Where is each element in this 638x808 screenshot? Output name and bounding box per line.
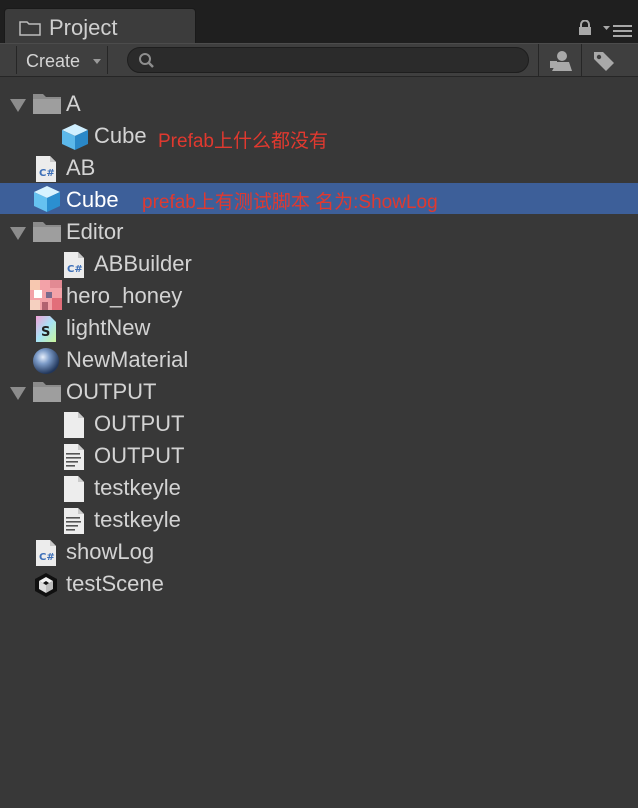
folder-icon [19, 19, 41, 41]
folder-icon [32, 379, 62, 405]
tree-row[interactable]: OUTPUT [0, 407, 638, 439]
svg-text:C#: C# [39, 168, 55, 179]
tree-item-label: ABBuilder [94, 251, 192, 276]
lock-icon[interactable] [578, 19, 592, 41]
csharp-script-icon: C# [63, 251, 93, 278]
tree-row[interactable]: C# AB [0, 151, 638, 183]
tab-strip: Project [0, 0, 638, 43]
tree-item-label: lightNew [66, 315, 151, 340]
panel-menu-icon[interactable] [603, 22, 633, 43]
tree-item-label: Editor [66, 219, 124, 244]
tree-row[interactable]: OUTPUT [0, 439, 638, 471]
tree-item-label: hero_honey [66, 283, 183, 308]
search-by-type-icon[interactable] [549, 50, 573, 77]
tree-row[interactable]: Editor [0, 215, 638, 247]
tree-row[interactable]: OUTPUT [0, 375, 638, 407]
prefab-cube-icon [60, 123, 90, 150]
text-document-icon [63, 443, 93, 470]
tree-row[interactable]: testkeyle [0, 471, 638, 503]
search-input[interactable] [160, 50, 524, 72]
tree-item-label: AB [66, 155, 96, 180]
tree-item-label: NewMaterial [66, 347, 189, 372]
folder-icon [32, 219, 62, 245]
svg-text:C#: C# [39, 552, 55, 563]
tree-item-label: A [66, 91, 81, 116]
dropdown-arrow-icon [93, 59, 101, 64]
search-icon [138, 52, 156, 75]
tree-row[interactable]: C# showLog [0, 535, 638, 567]
tab-project[interactable]: Project [4, 8, 196, 43]
csharp-script-icon: C# [35, 155, 65, 182]
texture-icon [30, 280, 62, 310]
toolbar: Create [0, 43, 638, 77]
tree-row[interactable]: S lightNew [0, 311, 638, 343]
shader-icon: S [35, 315, 65, 342]
tree-row[interactable]: C# ABBuilder [0, 247, 638, 279]
foldout-arrow-icon[interactable] [10, 387, 26, 400]
tree-row[interactable]: testkeyle [0, 503, 638, 535]
tree-item-label: Cube [66, 187, 119, 212]
toolbar-separator [538, 44, 539, 76]
blank-file-icon [63, 411, 93, 438]
search-field[interactable] [127, 47, 529, 73]
tree-item-label: OUTPUT [94, 443, 185, 468]
tree-item-label: testkeyle [94, 475, 181, 500]
csharp-script-icon: C# [35, 539, 65, 566]
search-by-label-icon[interactable] [592, 50, 616, 77]
svg-text:C#: C# [67, 264, 83, 275]
annotation-text: Prefab上什么都没有 [158, 131, 328, 152]
annotation-text: prefab上有测试脚本 名为:ShowLog [142, 192, 438, 213]
create-dropdown-button[interactable]: Create [16, 46, 108, 74]
tree-row[interactable]: testScene [0, 567, 638, 599]
tree-item-label: testkeyle [94, 507, 181, 532]
tree-row[interactable]: NewMaterial [0, 343, 638, 375]
tree-item-label: OUTPUT [94, 411, 185, 436]
tree-item-label: Cube [94, 123, 147, 148]
tree-row-selected[interactable]: Cube prefab上有测试脚本 名为:ShowLog [0, 183, 638, 214]
svg-text:S: S [41, 325, 50, 340]
foldout-arrow-icon[interactable] [10, 227, 26, 240]
blank-file-icon [63, 475, 93, 502]
tree-item-label: testScene [66, 571, 164, 596]
tree-item-label: showLog [66, 539, 155, 564]
prefab-cube-icon [32, 185, 62, 212]
tree-row[interactable]: A [0, 87, 638, 119]
unity-scene-icon [32, 571, 62, 597]
folder-icon [32, 91, 62, 117]
tab-title: Project [49, 15, 118, 40]
create-label: Create [26, 51, 81, 71]
foldout-arrow-icon[interactable] [10, 99, 26, 112]
tree-row[interactable]: hero_honey [0, 279, 638, 311]
tree-item-label: OUTPUT [66, 379, 157, 404]
toolbar-separator [581, 44, 582, 76]
material-sphere-icon [32, 347, 62, 374]
text-document-icon [63, 507, 93, 534]
